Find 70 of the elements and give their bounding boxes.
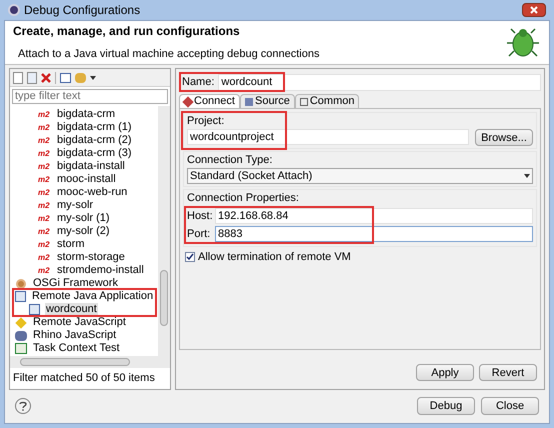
tree-item[interactable]: wordcount — [45, 303, 98, 316]
help-icon[interactable] — [15, 398, 31, 414]
tree-item[interactable]: mooc-web-run — [56, 186, 128, 199]
host-label: Host: — [187, 209, 211, 224]
filter-status: Filter matched 50 of 50 items — [12, 371, 156, 386]
tree-item[interactable]: bigdata-crm (2) — [56, 134, 133, 147]
tree-item[interactable]: bigdata-crm (3) — [56, 147, 133, 160]
caret-icon[interactable] — [90, 76, 96, 80]
maven-icon: m2 — [38, 200, 52, 210]
header-title: Create, manage, and run configurations — [13, 23, 241, 40]
tree-item[interactable]: stromdemo-install — [56, 264, 145, 277]
connection-properties-label: Connection Properties: — [187, 192, 300, 205]
tree-item[interactable]: bigdata-install — [56, 160, 126, 173]
maven-icon: m2 — [38, 136, 52, 146]
tree-item[interactable]: mooc-install — [56, 173, 117, 186]
tab[interactable]: Connect — [179, 94, 240, 108]
delete-icon[interactable] — [41, 72, 51, 82]
port-field[interactable]: 8883 — [215, 226, 533, 242]
checkbox[interactable] — [185, 252, 195, 262]
close-button[interactable]: Close — [481, 397, 539, 415]
tree-item[interactable]: OSGi Framework — [32, 277, 119, 290]
caret-icon — [524, 174, 530, 178]
maven-icon: m2 — [38, 266, 52, 276]
application-icon — [29, 304, 40, 315]
tree-item[interactable]: Remote JavaScript — [32, 316, 127, 329]
host-field[interactable]: 192.168.68.84 — [215, 208, 533, 224]
tab[interactable]: Common — [294, 94, 360, 108]
tree-item[interactable]: storm-storage — [56, 251, 126, 264]
new-config-icon[interactable] — [13, 72, 23, 84]
window-title: Debug Configurations — [24, 2, 142, 19]
maven-icon: m2 — [38, 240, 52, 250]
tree-item[interactable]: bigdata-crm (1) — [56, 121, 133, 134]
maven-icon: m2 — [38, 188, 52, 198]
maven-icon: m2 — [38, 174, 52, 184]
application-icon — [15, 291, 26, 302]
tree-item[interactable]: my-solr — [56, 199, 94, 212]
debug-button[interactable]: Debug — [417, 397, 475, 415]
vertical-scrollbar[interactable] — [158, 106, 170, 356]
tree-item[interactable]: storm — [56, 238, 86, 251]
tree-item[interactable]: Remote Java Application — [31, 290, 154, 303]
maven-icon: m2 — [38, 226, 52, 236]
name-field[interactable]: wordcount — [218, 74, 541, 90]
close-icon — [530, 6, 538, 14]
tree-item[interactable]: Rhino JavaScript — [32, 329, 118, 342]
close-button[interactable] — [522, 3, 546, 17]
maven-icon: m2 — [38, 162, 52, 172]
tab[interactable]: Source — [240, 94, 295, 108]
connection-type-label: Connection Type: — [187, 154, 274, 167]
browse-button[interactable]: Browse... — [475, 129, 533, 146]
checkbox-label: Allow termination of remote VM — [198, 250, 351, 265]
apply-button[interactable]: Apply — [416, 364, 474, 381]
connection-type-dropdown[interactable]: Standard (Socket Attach) — [187, 168, 533, 184]
duplicate-icon[interactable] — [27, 72, 37, 84]
maven-icon: m2 — [38, 252, 52, 262]
maven-icon: m2 — [38, 110, 52, 120]
tree-item[interactable]: my-solr (1) — [56, 212, 111, 225]
name-label: Name: — [182, 74, 214, 90]
maven-icon: m2 — [38, 148, 52, 158]
tree-item[interactable]: bigdata-crm — [56, 108, 116, 121]
tree-item[interactable]: my-solr (2) — [56, 225, 111, 238]
tree-item[interactable]: Task Context Test — [32, 342, 121, 355]
header-subtitle: Attach to a Java virtual machine accepting debug connections — [17, 47, 320, 62]
revert-button[interactable]: Revert — [479, 364, 537, 381]
project-label: Project: — [187, 115, 226, 128]
maven-icon: m2 — [38, 214, 52, 224]
port-label: Port: — [187, 226, 211, 242]
maven-icon: m2 — [38, 122, 52, 132]
project-field[interactable]: wordcountproject — [187, 129, 469, 145]
filter-field[interactable]: type filter text — [12, 89, 168, 104]
horizontal-scrollbar[interactable] — [10, 356, 170, 368]
